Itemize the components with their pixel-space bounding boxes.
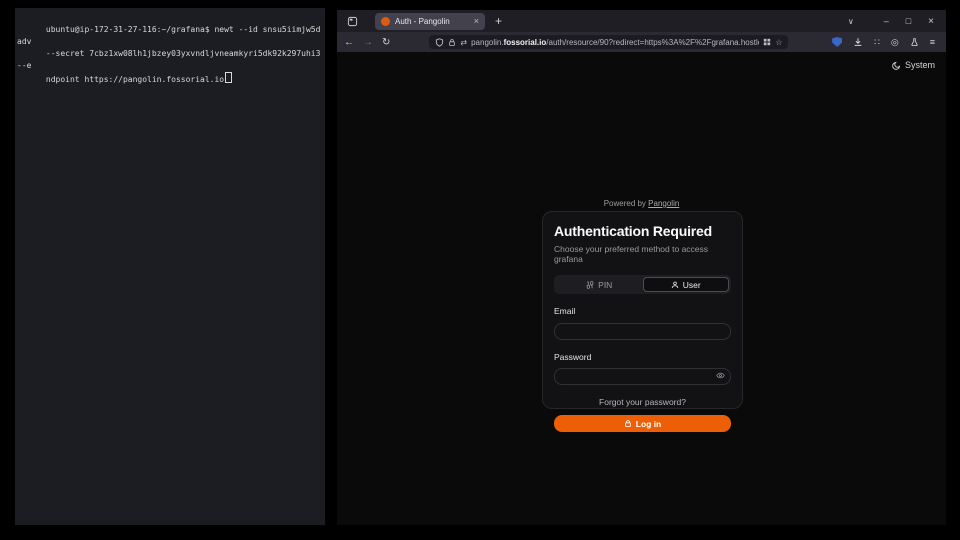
account-icon[interactable]: ◎ bbox=[891, 37, 899, 48]
card-subtitle: Choose your preferred method to access g… bbox=[554, 244, 731, 264]
lock-icon[interactable] bbox=[448, 38, 456, 47]
eye-icon bbox=[716, 371, 725, 380]
email-label: Email bbox=[554, 306, 731, 316]
menu-button[interactable]: ≡ bbox=[930, 37, 935, 47]
forgot-password-link[interactable]: Forgot your password? bbox=[554, 397, 731, 407]
password-label: Password bbox=[554, 352, 731, 362]
containers-grid-icon[interactable] bbox=[763, 38, 771, 46]
pangolin-favicon bbox=[381, 17, 390, 26]
downloads-button[interactable] bbox=[853, 37, 863, 47]
list-tabs-button[interactable]: ∨ bbox=[848, 17, 854, 26]
pangolin-link[interactable]: Pangolin bbox=[648, 199, 679, 208]
browser-toolbar: ← → ↻ ⇄ pangolin.fossorial.io/auth/resou… bbox=[337, 32, 946, 52]
card-title: Authentication Required bbox=[554, 223, 731, 239]
powered-by-text: Powered by bbox=[604, 199, 646, 208]
tracking-shield-icon[interactable] bbox=[435, 38, 444, 47]
bookmark-star-icon[interactable]: ☆ bbox=[775, 38, 782, 47]
toolbar-extensions: ∷ ◎ ≡ bbox=[832, 37, 935, 48]
new-tab-button[interactable]: + bbox=[495, 14, 502, 28]
moon-icon bbox=[892, 61, 901, 70]
browser-window: Auth - Pangolin × + ∨ – □ × ← → ↻ bbox=[337, 10, 946, 525]
tab-bar: Auth - Pangolin × + ∨ – □ × bbox=[337, 10, 946, 32]
swap-icon: ⇄ bbox=[460, 38, 467, 47]
login-lock-icon bbox=[624, 419, 632, 428]
theme-toggle[interactable]: System bbox=[892, 60, 935, 70]
page-content: System Powered by Pangolin Authenticatio… bbox=[337, 52, 946, 525]
firefox-view-button[interactable] bbox=[347, 16, 358, 27]
toggle-password-visibility[interactable] bbox=[716, 371, 725, 380]
user-icon bbox=[671, 281, 679, 289]
tab-pin[interactable]: PIN bbox=[556, 277, 643, 292]
terminal-window[interactable]: ubuntu@ip-172-31-27-116:~/grafana$ newt … bbox=[15, 8, 325, 525]
terminal-output: ubuntu@ip-172-31-27-116:~/grafana$ newt … bbox=[15, 8, 325, 98]
url-bar[interactable]: ⇄ pangolin.fossorial.io/auth/resource/90… bbox=[429, 35, 788, 49]
binary-icon bbox=[586, 281, 594, 289]
method-tabs: PIN User bbox=[554, 275, 731, 294]
login-button[interactable]: Log in bbox=[554, 415, 731, 432]
terminal-line-text: ndpoint https://pangolin.fossorial.io bbox=[46, 75, 224, 84]
password-input[interactable] bbox=[554, 368, 731, 385]
tab-close-button[interactable]: × bbox=[474, 17, 479, 26]
theme-label: System bbox=[905, 60, 935, 70]
terminal-line: ndpoint https://pangolin.fossorial.io bbox=[46, 75, 232, 84]
tab-pin-label: PIN bbox=[598, 280, 612, 290]
reload-button[interactable]: ↻ bbox=[382, 37, 390, 48]
flask-icon[interactable] bbox=[910, 37, 919, 47]
powered-by: Powered by Pangolin bbox=[337, 199, 946, 208]
tab-user-label: User bbox=[683, 280, 701, 290]
extensions-icon[interactable]: ∷ bbox=[874, 37, 880, 48]
tab-title: Auth - Pangolin bbox=[395, 17, 469, 26]
window-controls: ∨ – □ × bbox=[848, 16, 946, 27]
email-input[interactable] bbox=[554, 323, 731, 340]
firefox-view-icon bbox=[347, 16, 358, 27]
browser-tab[interactable]: Auth - Pangolin × bbox=[375, 13, 485, 30]
forward-button[interactable]: → bbox=[363, 37, 373, 48]
close-window-button[interactable]: × bbox=[928, 16, 934, 27]
url-text: pangolin.fossorial.io/auth/resource/90?r… bbox=[471, 38, 759, 47]
auth-card: Authentication Required Choose your pref… bbox=[542, 211, 743, 409]
screen: ubuntu@ip-172-31-27-116:~/grafana$ newt … bbox=[0, 0, 960, 540]
terminal-cursor bbox=[225, 72, 232, 83]
login-label: Log in bbox=[636, 419, 662, 429]
maximize-button[interactable]: □ bbox=[906, 16, 911, 26]
ublock-icon[interactable] bbox=[832, 37, 842, 47]
back-button[interactable]: ← bbox=[344, 37, 354, 48]
tab-user[interactable]: User bbox=[643, 277, 730, 292]
terminal-line: ubuntu@ip-172-31-27-116:~/grafana$ newt … bbox=[17, 25, 320, 46]
minimize-button[interactable]: – bbox=[884, 16, 889, 26]
terminal-line: --secret 7cbz1xw08lh1jbzey03yxvndljvneam… bbox=[17, 49, 325, 70]
